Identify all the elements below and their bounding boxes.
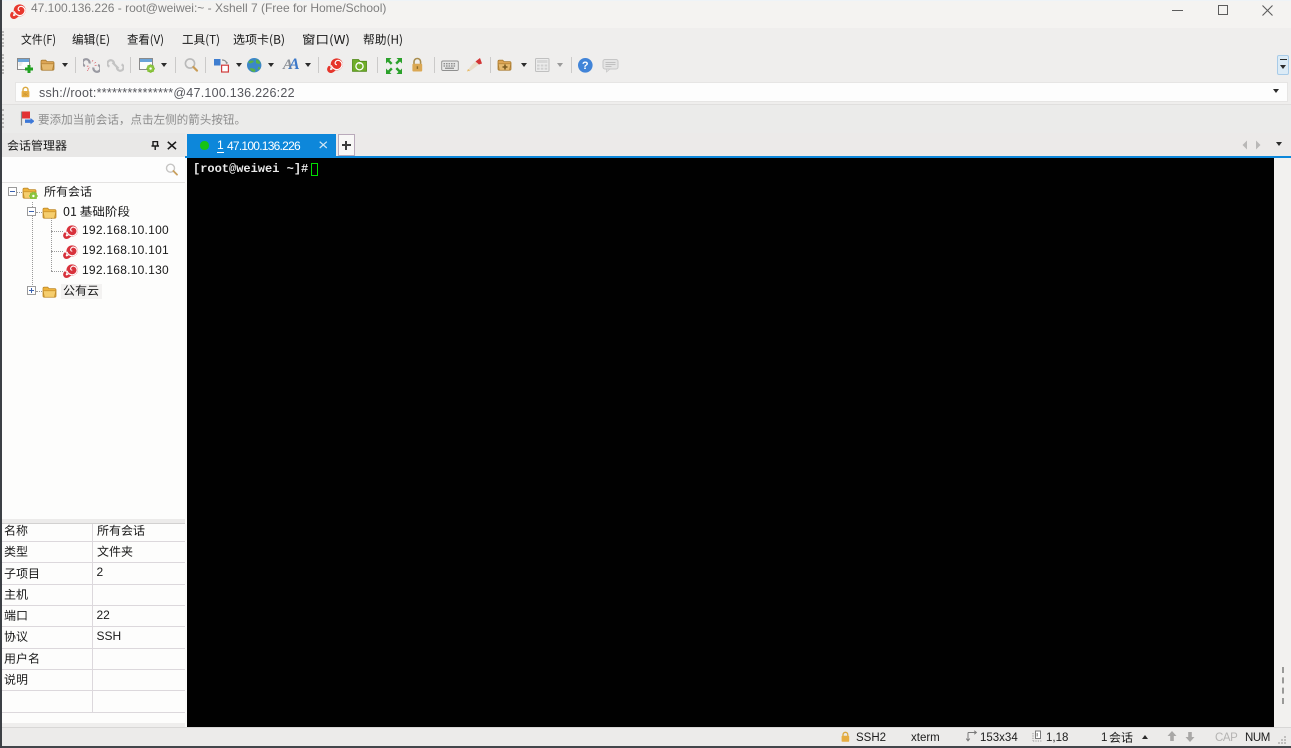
svg-text:?: ? xyxy=(582,60,589,72)
